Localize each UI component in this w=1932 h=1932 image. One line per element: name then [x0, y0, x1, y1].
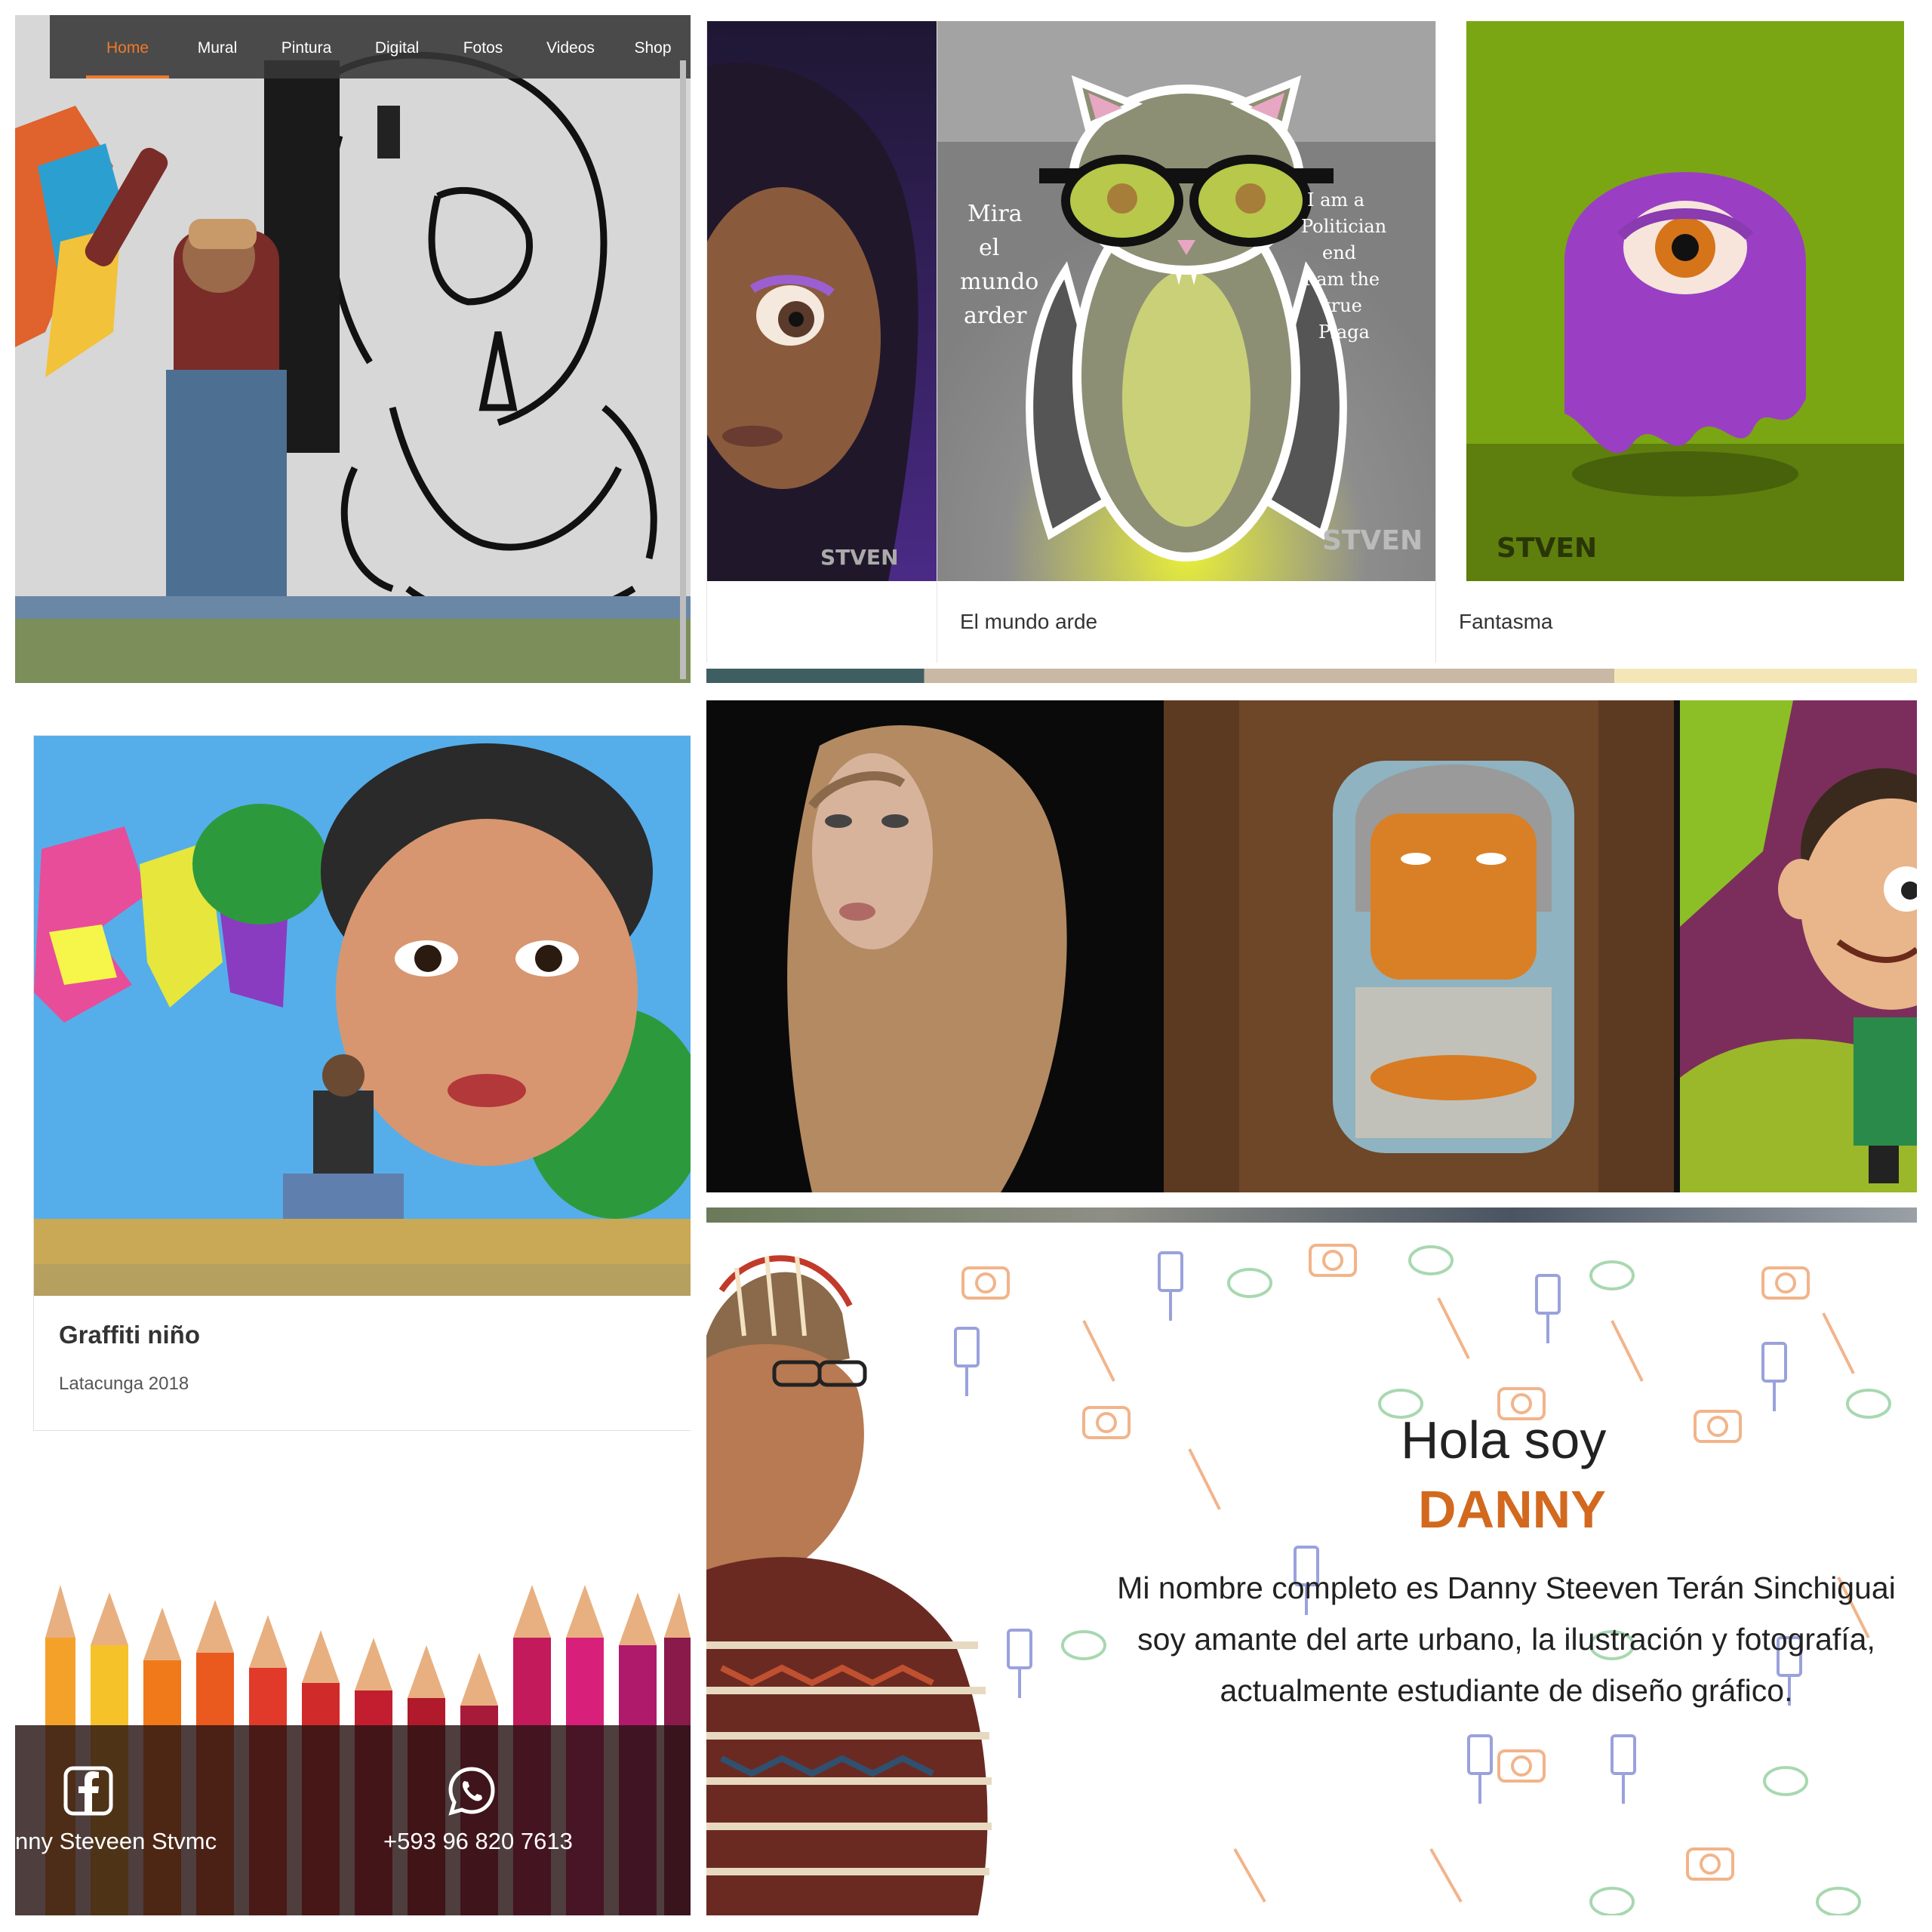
bat-illustration-art: Mira el mundo arder I am a Politician en… [937, 21, 1435, 581]
about-bio-line-2: soy amante del arte urbano, la ilustraci… [1137, 1622, 1875, 1657]
footer-contact-panel: nny Steveen Stvmc +593 96 820 7613 [15, 1562, 691, 1915]
girl-portrait-art: STVEN [707, 21, 937, 581]
svg-text:Politician: Politician [1301, 216, 1386, 237]
portraits-carousel-art [706, 700, 1917, 1192]
nav-shop[interactable]: Shop [620, 15, 686, 78]
nav-home[interactable]: Home [86, 15, 169, 78]
whatsapp-icon[interactable] [447, 1766, 497, 1816]
next-row-peek [706, 669, 1917, 683]
watermark-text: STVEN [820, 545, 899, 570]
nav-digital[interactable]: Digital [359, 15, 435, 78]
nav-videos[interactable]: Videos [533, 15, 608, 78]
svg-text:true: true [1324, 295, 1362, 316]
svg-text:I am the: I am the [1303, 269, 1380, 290]
about-bio-line-1: Mi nombre completo es Danny Steeven Terá… [1117, 1571, 1896, 1605]
svg-text:el: el [979, 235, 999, 261]
mural-gallery-panel: Graffiti niño Latacunga 2018 [15, 724, 691, 1449]
whatsapp-contact-label[interactable]: +593 96 820 7613 [383, 1828, 573, 1855]
gallery-card-graffiti-nino[interactable]: Graffiti niño Latacunga 2018 [33, 735, 691, 1431]
danny-portrait-photo [706, 1255, 992, 1915]
about-greeting: Hola soy [1401, 1411, 1607, 1469]
card-caption-el-mundo-arde: El mundo arde [960, 610, 1098, 633]
svg-text:mundo: mundo [960, 269, 1038, 295]
previous-section-peek [706, 1208, 1917, 1223]
ghost-illustration-art: STVEN [1466, 21, 1904, 581]
svg-text:STVEN: STVEN [1322, 525, 1423, 556]
gallery-card-el-mundo-arde[interactable]: Mira el mundo arder I am a Politician en… [937, 21, 1435, 663]
svg-text:Plaga: Plaga [1318, 321, 1370, 343]
page-scrollbar[interactable] [680, 60, 686, 679]
footer-overlay [15, 1725, 691, 1915]
graffiti-nino-photo [34, 736, 691, 1296]
nav-pintura[interactable]: Pintura [269, 15, 344, 78]
bat-right-text: I am a [1307, 189, 1364, 211]
digital-gallery-panel: STVEN Mira el mundo arder I am a Politic… [706, 15, 1917, 683]
svg-text:STVEN: STVEN [1497, 533, 1597, 564]
gallery-card-girl[interactable]: STVEN [706, 21, 937, 663]
card-subtitle-location: Latacunga 2018 [59, 1374, 189, 1394]
about-bio: Mi nombre completo es Danny Steeven Terá… [1061, 1562, 1917, 1716]
facebook-contact-label[interactable]: nny Steveen Stvmc [15, 1828, 217, 1855]
svg-text:end: end [1322, 242, 1356, 263]
mural-hero-panel: Home Mural Pintura Digital Fotos Videos … [15, 15, 691, 683]
about-section-panel: Hola soy DANNY Mi nombre completo es Dan… [706, 1208, 1917, 1915]
about-name: DANNY [1418, 1480, 1606, 1539]
gallery-card-fantasma[interactable]: STVEN Fantasma [1435, 21, 1917, 663]
facebook-icon[interactable] [63, 1766, 113, 1816]
mural-photo [15, 15, 691, 683]
nav-fotos[interactable]: Fotos [450, 15, 516, 78]
about-bio-line-3: actualmente estudiante de diseño gráfico… [1220, 1673, 1793, 1708]
svg-text:arder: arder [964, 303, 1027, 329]
card-caption-fantasma: Fantasma [1459, 610, 1553, 633]
card-title-graffiti-nino: Graffiti niño [59, 1321, 200, 1349]
portraits-carousel-panel [706, 700, 1917, 1192]
bat-left-text: Mira [968, 201, 1023, 227]
nav-mural[interactable]: Mural [184, 15, 251, 78]
top-navbar: Home Mural Pintura Digital Fotos Videos … [50, 15, 691, 78]
